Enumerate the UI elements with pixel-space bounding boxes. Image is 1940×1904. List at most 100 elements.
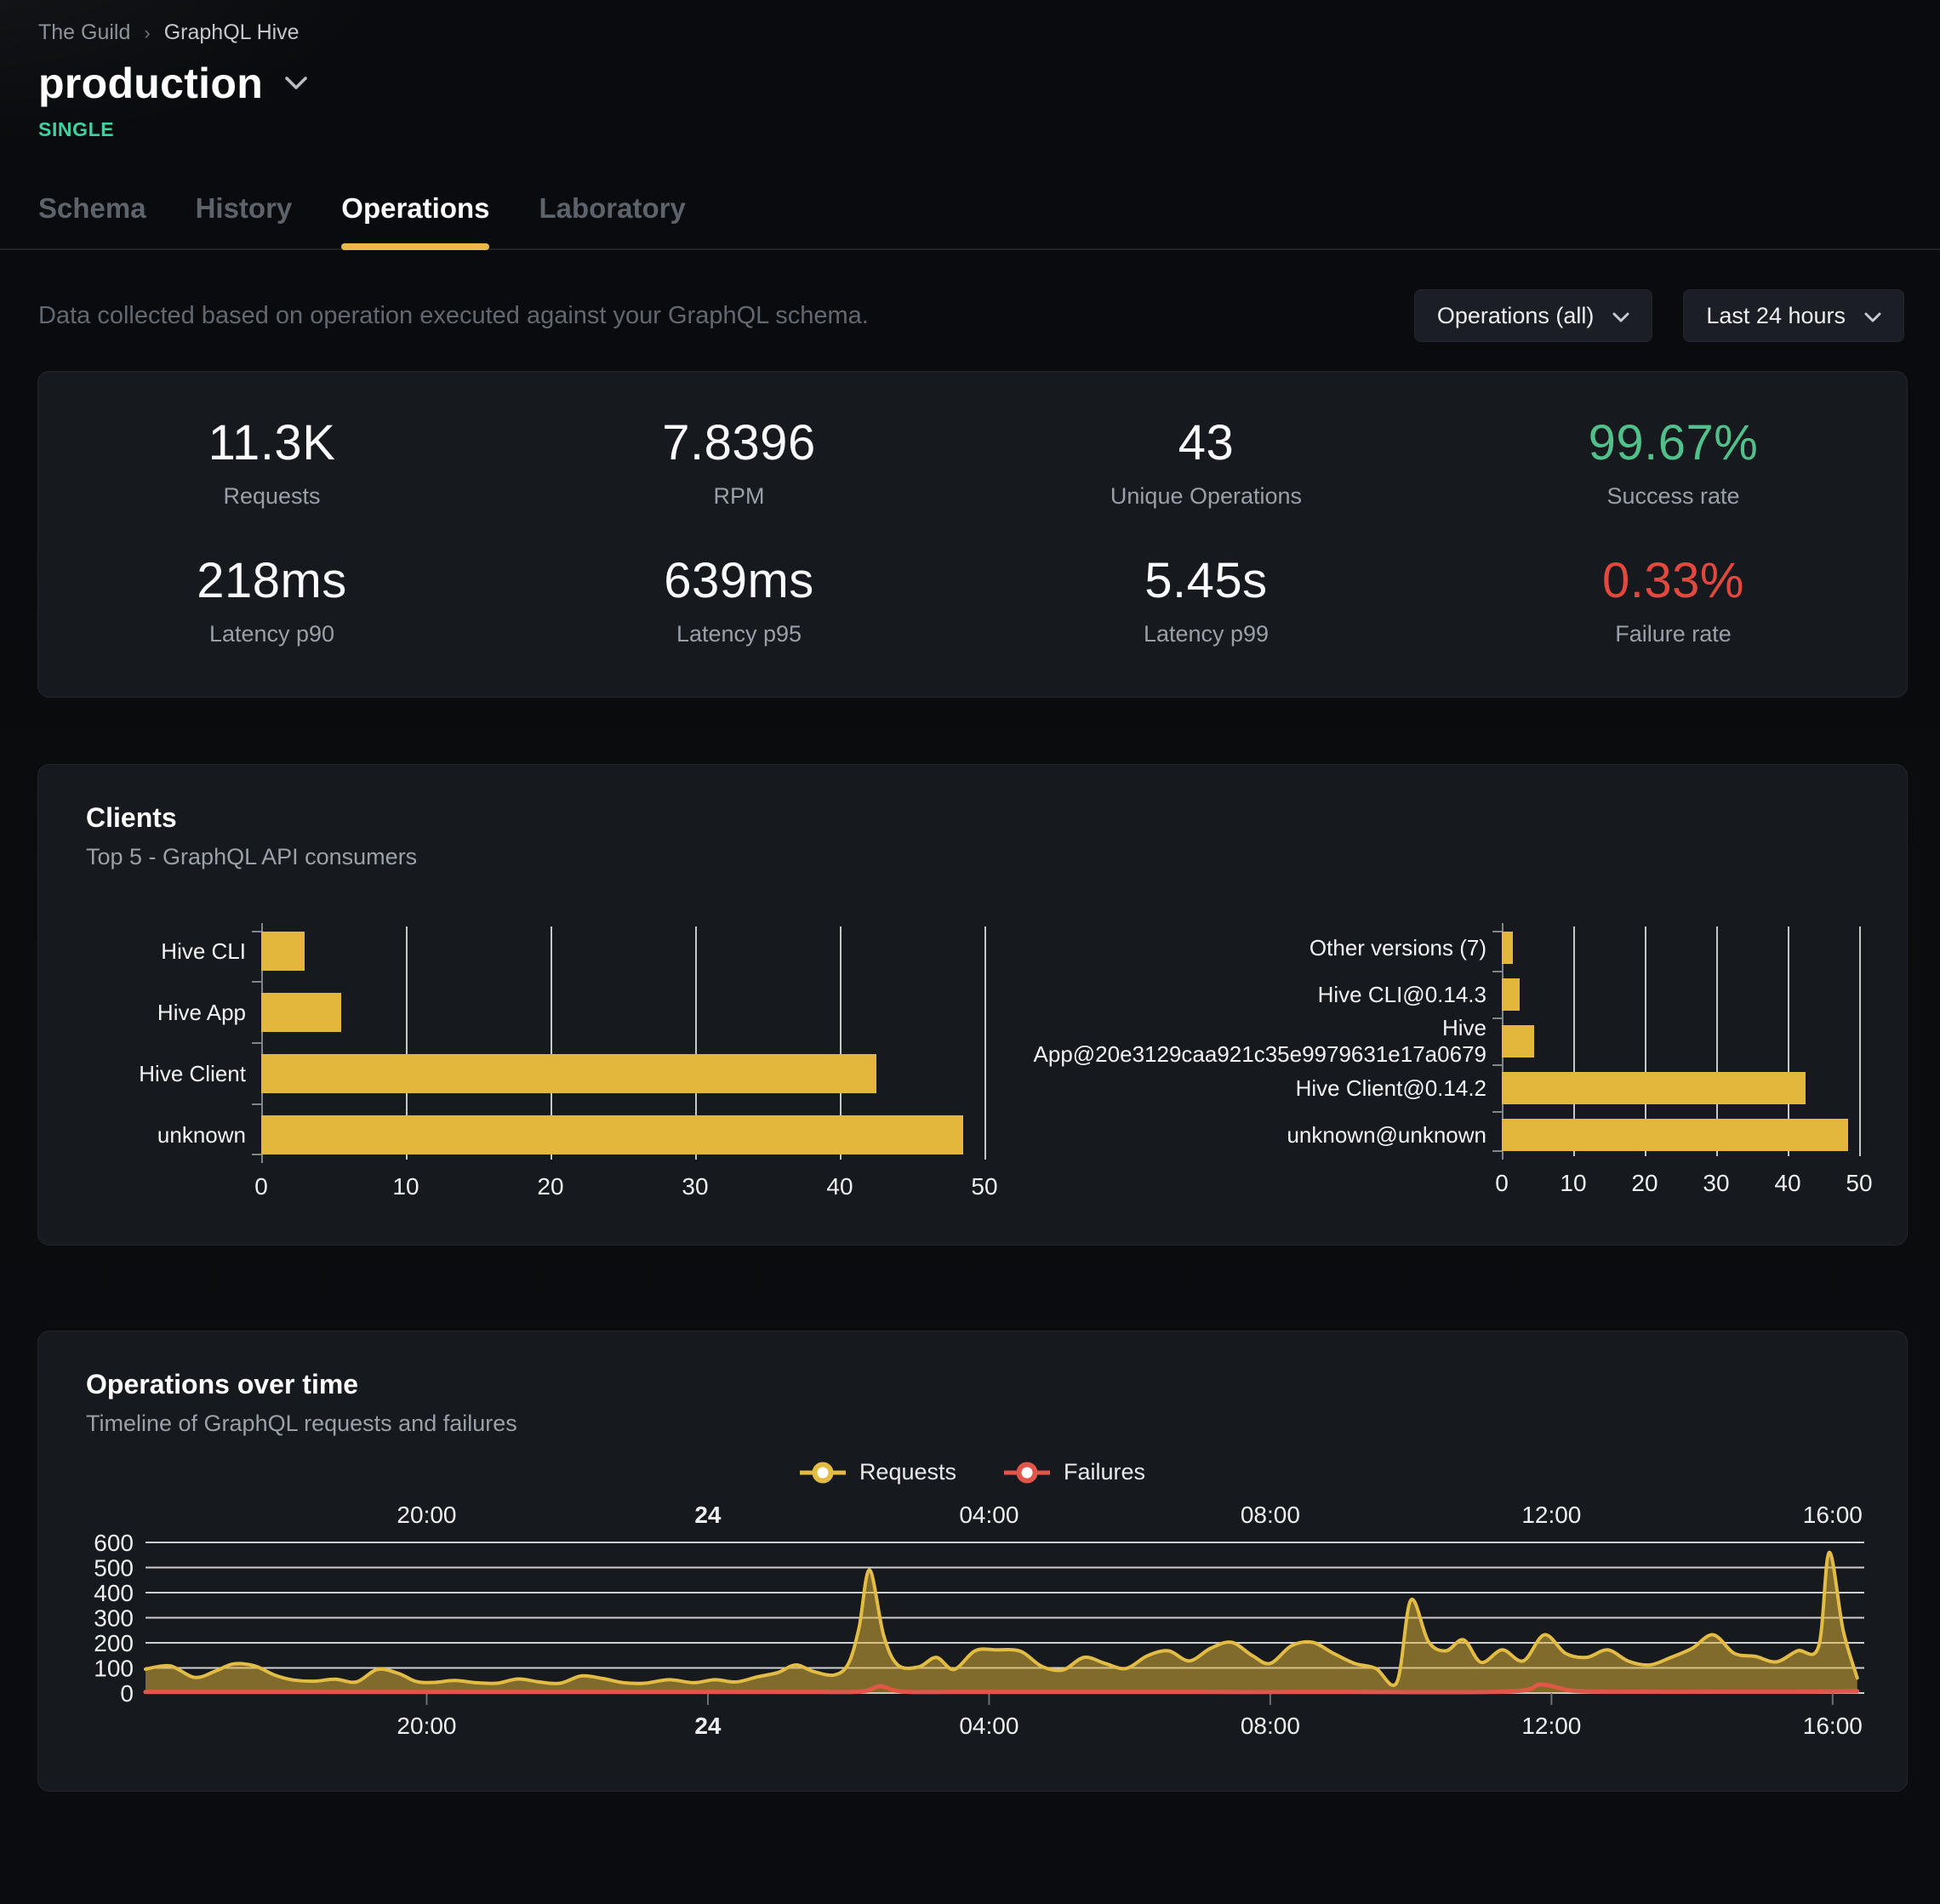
svg-text:16:00: 16:00 — [1803, 1713, 1863, 1739]
bar-row: unknown — [86, 1115, 984, 1154]
breadcrumb-item-the-guild[interactable]: The Guild — [38, 20, 130, 45]
bar-track — [1502, 1025, 1859, 1057]
stat-cell: 218ms Latency p90 — [38, 552, 505, 647]
svg-text:12:00: 12:00 — [1521, 1502, 1581, 1528]
bar-row: Other versions (7) — [1032, 932, 1859, 964]
svg-text:24: 24 — [694, 1713, 722, 1739]
stat-value: 11.3K — [38, 414, 505, 471]
stat-value: 639ms — [505, 552, 973, 609]
stat-value: 43 — [973, 414, 1440, 471]
operations-filter-label: Operations (all) — [1437, 303, 1595, 329]
bar-track — [1502, 1072, 1859, 1104]
clients-by-name-bar-chart: Hive CLIHive AppHive Clientunknown010203… — [86, 932, 984, 1202]
stat-cell: 11.3KRequests — [38, 414, 505, 510]
bar-category-label: Other versions (7) — [1032, 935, 1502, 961]
chevron-down-icon — [1864, 303, 1881, 329]
svg-text:04:00: 04:00 — [959, 1502, 1018, 1528]
stat-cell: 7.8396 RPM — [505, 414, 973, 510]
bar-row: unknown@unknown — [1032, 1119, 1859, 1151]
bar[interactable] — [1502, 1119, 1848, 1151]
tab-schema[interactable]: Schema — [38, 192, 146, 248]
svg-text:24: 24 — [694, 1502, 722, 1528]
bar-track — [1502, 1119, 1859, 1151]
page-description: Data collected based on operation execut… — [38, 302, 869, 330]
bar-track — [261, 1115, 984, 1154]
bar[interactable] — [261, 1054, 876, 1093]
svg-text:300: 300 — [94, 1605, 134, 1632]
status-badge: SINGLE — [38, 118, 1902, 141]
tab-operations[interactable]: Operations — [341, 192, 489, 248]
bar-row: Hive CLI@0.14.3 — [1032, 978, 1859, 1011]
bar[interactable] — [1502, 1025, 1534, 1057]
tab-laboratory[interactable]: Laboratory — [539, 192, 685, 248]
axis-tick-label: 10 — [392, 1173, 419, 1200]
svg-text:500: 500 — [94, 1555, 134, 1582]
time-range-label: Last 24 hours — [1706, 303, 1846, 329]
axis-tick-label: 10 — [1560, 1170, 1586, 1197]
stat-label: Latency p99 — [973, 621, 1440, 647]
bar-category-label: unknown@unknown — [1032, 1122, 1502, 1149]
axis-tick-label: 30 — [1703, 1170, 1729, 1197]
stat-label: RPM — [505, 483, 973, 510]
stats-panel: 11.3KRequests7.8396 RPM43Unique Operation… — [37, 371, 1908, 698]
failures-legend-icon — [1004, 1461, 1050, 1485]
clients-by-version-bar-chart: Other versions (7) Hive CLI@0.14.3 Hive Ap… — [1032, 932, 1859, 1202]
stat-cell: 43Unique Operations — [973, 414, 1440, 510]
svg-text:12:00: 12:00 — [1521, 1713, 1581, 1739]
bar-row: Hive Client@0.14.2 — [1032, 1072, 1859, 1104]
bar-track — [1502, 978, 1859, 1011]
stat-value: 218ms — [38, 552, 505, 609]
bar[interactable] — [261, 1115, 963, 1154]
stat-cell: 5.45s Latency p99 — [973, 552, 1440, 647]
tab-bar: Schema History Operations Laboratory — [0, 192, 1940, 250]
chevron-down-icon — [1612, 303, 1629, 329]
bar[interactable] — [1502, 932, 1513, 964]
svg-text:20:00: 20:00 — [397, 1502, 456, 1528]
axis-tick-label: 50 — [971, 1173, 997, 1200]
bar-category-label: Hive App@20e3129caa921c35e9979631e17a067… — [1032, 1015, 1502, 1068]
svg-text:04:00: 04:00 — [959, 1713, 1018, 1739]
time-range-dropdown[interactable]: Last 24 hours — [1683, 289, 1904, 342]
stat-value: 5.45s — [973, 552, 1440, 609]
timeline-chart[interactable]: 010020030040050060020:0020:00242404:0004… — [86, 1497, 1859, 1753]
stat-cell: 639ms Latency p95 — [505, 552, 973, 647]
target-selector-chevron-down-icon[interactable] — [285, 77, 307, 90]
stat-value: 7.8396 — [505, 414, 973, 471]
stat-cell: 0.33%Failure rate — [1440, 552, 1907, 647]
bar-track — [261, 993, 984, 1032]
bar[interactable] — [261, 932, 305, 971]
axis-tick-label: 0 — [254, 1173, 268, 1200]
svg-text:08:00: 08:00 — [1241, 1713, 1300, 1739]
stat-label: Latency p90 — [38, 621, 505, 647]
requests-area — [146, 1553, 1857, 1693]
axis-tick-label: 30 — [682, 1173, 708, 1200]
svg-text:200: 200 — [94, 1630, 134, 1656]
bar-x-axis: 01020304050 — [261, 1173, 984, 1202]
breadcrumb-item-graphql-hive[interactable]: GraphQL Hive — [164, 20, 300, 45]
svg-text:0: 0 — [120, 1680, 134, 1707]
operations-filter-dropdown[interactable]: Operations (all) — [1414, 289, 1653, 342]
bar[interactable] — [1502, 978, 1520, 1011]
axis-tick-label: 20 — [1631, 1170, 1658, 1197]
page-title: production — [38, 59, 263, 108]
clients-subtitle: Top 5 - GraphQL API consumers — [86, 844, 1859, 870]
axis-tick-label: 50 — [1846, 1170, 1872, 1197]
axis-tick-label: 40 — [1774, 1170, 1800, 1197]
legend-item-failures[interactable]: Failures — [1004, 1459, 1145, 1485]
bar-row: Hive CLI — [86, 932, 984, 971]
bar-category-label: Hive CLI — [86, 938, 261, 965]
bar[interactable] — [261, 993, 341, 1032]
bar-category-label: Hive Client@0.14.2 — [1032, 1075, 1502, 1102]
bar-x-axis: 01020304050 — [1502, 1170, 1859, 1199]
legend-item-requests[interactable]: Requests — [800, 1459, 956, 1485]
requests-legend-icon — [800, 1461, 846, 1485]
bar[interactable] — [1502, 1072, 1806, 1104]
bar-category-label: Hive CLI@0.14.3 — [1032, 982, 1502, 1008]
breadcrumb: The Guild › GraphQL Hive — [38, 20, 1902, 45]
tab-history[interactable]: History — [196, 192, 293, 248]
svg-text:08:00: 08:00 — [1241, 1502, 1300, 1528]
stat-label: Latency p95 — [505, 621, 973, 647]
axis-tick-label: 20 — [537, 1173, 563, 1200]
bar-row: Hive App — [86, 993, 984, 1032]
stat-value: 99.67% — [1440, 414, 1907, 471]
